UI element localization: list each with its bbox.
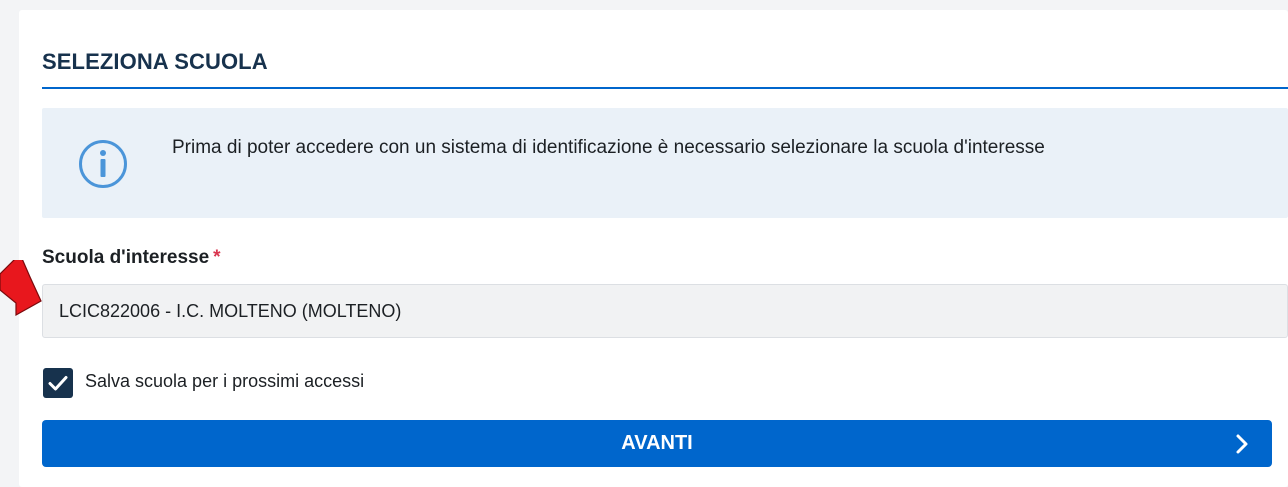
school-input[interactable]	[42, 284, 1288, 338]
avanti-button[interactable]: AVANTI	[42, 420, 1272, 467]
red-arrow-icon	[0, 260, 42, 317]
title-divider	[42, 87, 1288, 89]
avanti-button-label: AVANTI	[621, 432, 693, 454]
chevron-right-icon	[1236, 434, 1248, 454]
checkmark-icon	[48, 376, 68, 391]
school-field-label-text: Scuola d'interesse	[42, 247, 210, 268]
info-callout: Prima di poter accedere con un sistema d…	[42, 108, 1288, 218]
select-school-card: SELEZIONA SCUOLA Prima di poter accedere…	[19, 10, 1288, 487]
info-message: Prima di poter accedere con un sistema d…	[172, 137, 1045, 158]
info-icon	[79, 140, 127, 188]
school-field-label: Scuola d'interesse *	[42, 247, 221, 269]
required-marker: *	[213, 247, 221, 268]
remember-school-label[interactable]: Salva scuola per i prossimi accessi	[85, 371, 364, 392]
page-title: SELEZIONA SCUOLA	[42, 49, 268, 74]
remember-school-checkbox[interactable]	[43, 368, 73, 398]
